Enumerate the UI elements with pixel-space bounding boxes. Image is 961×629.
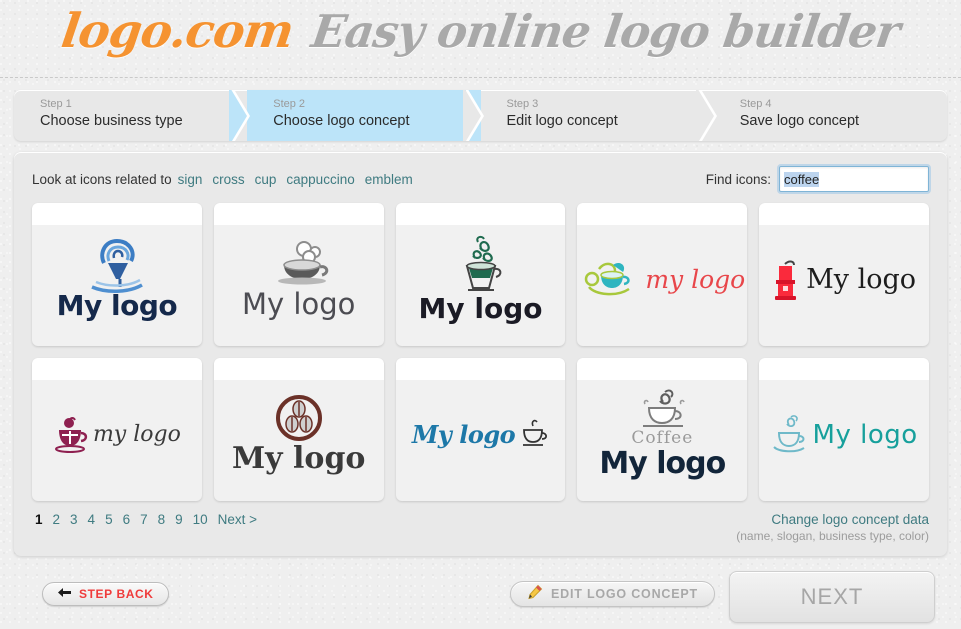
- logo-card-2[interactable]: My logo: [213, 203, 384, 346]
- page-link-5[interactable]: 5: [105, 512, 113, 527]
- page-link-7[interactable]: 7: [140, 512, 148, 527]
- step-number-3: Step 3: [506, 98, 539, 110]
- logo-card-7-text: My logo: [231, 441, 366, 476]
- logo-card-8[interactable]: My logo: [395, 358, 566, 501]
- step-number-1: Step 1: [40, 98, 72, 110]
- site-logo-wordmark[interactable]: logo.com: [58, 4, 296, 59]
- step-back-button[interactable]: STEP BACK: [42, 582, 169, 606]
- logo-card-8-content: My logo: [396, 407, 566, 453]
- change-concept-block: Change logo concept data (name, slogan, …: [736, 512, 929, 545]
- step-item-4[interactable]: Step 4 Save logo concept: [714, 90, 947, 141]
- page-link-1[interactable]: 1: [35, 512, 43, 527]
- coffee-cup-teal-saucer-icon: [579, 257, 641, 303]
- logo-card-4[interactable]: my logo: [577, 203, 748, 346]
- logo-card-2-content: My logo: [214, 229, 384, 321]
- change-logo-concept-link[interactable]: Change logo concept data: [736, 512, 929, 527]
- search-row: Look at icons related to sign cross cup capp…: [32, 164, 931, 194]
- page-link-3[interactable]: 3: [70, 512, 78, 527]
- logo-card-1[interactable]: My logo: [32, 203, 202, 346]
- pencil-icon: [527, 584, 543, 605]
- search-input[interactable]: [777, 164, 931, 194]
- logo-card-4-text: my logo: [645, 265, 746, 294]
- coffee-cup-purple-icon: [53, 413, 89, 457]
- page-link-9[interactable]: 9: [175, 512, 183, 527]
- page-masthead: logo.com Easy online logo builder: [0, 0, 961, 78]
- step-back-label: STEP BACK: [79, 587, 154, 601]
- page-link-4[interactable]: 4: [88, 512, 96, 527]
- coffee-cup-sketch-icon: [629, 388, 695, 432]
- logo-card-9-subtext: Coffee: [631, 428, 694, 448]
- coffee-cup-steam-green-icon: [449, 234, 511, 296]
- step-number-2: Step 2: [273, 98, 306, 110]
- page-link-10[interactable]: 10: [193, 512, 208, 527]
- logo-card-3[interactable]: My logo: [395, 203, 566, 346]
- related-link-sign[interactable]: sign: [178, 172, 203, 187]
- logo-concept-panel: Look at icons related to sign cross cup capp…: [14, 152, 947, 556]
- logo-card-8-text: My logo: [411, 420, 516, 449]
- logo-card-6-content: my logo: [32, 403, 202, 457]
- related-icons-label: Look at icons related to: [32, 171, 172, 187]
- logo-card-1-text: My logo: [56, 289, 178, 322]
- logo-card-2-text: My logo: [242, 286, 356, 321]
- step-item-2[interactable]: Step 2 Choose logo concept: [247, 90, 484, 141]
- find-icons-label: Find icons:: [705, 171, 771, 187]
- logo-card-4-content: my logo: [577, 247, 747, 303]
- find-icons-group: Find icons:: [705, 164, 931, 194]
- logo-card-9-text: My logo: [599, 446, 726, 481]
- step-item-1[interactable]: Step 1 Choose business type: [14, 90, 251, 141]
- related-icons-links: Look at icons related to sign cross cup capp…: [32, 172, 423, 187]
- logo-card-9[interactable]: Coffee My logo: [577, 358, 748, 501]
- logo-card-6[interactable]: my logo: [32, 358, 202, 501]
- logo-card-5[interactable]: My logo: [759, 203, 929, 346]
- coffee-cup-outline-icon: [519, 417, 549, 453]
- page-link-8[interactable]: 8: [158, 512, 166, 527]
- footer-actions: STEP BACK EDIT LOGO CONCEPT NEXT: [0, 568, 961, 629]
- step-number-4: Step 4: [739, 98, 772, 110]
- logo-card-9-content: Coffee My logo: [577, 378, 747, 481]
- logo-card-1-content: My logo: [32, 227, 202, 322]
- coffee-beans-circle-icon: [274, 393, 324, 443]
- next-button[interactable]: NEXT: [729, 571, 935, 623]
- coffee-grinder-red-icon: [772, 256, 802, 304]
- step-label-4: Save logo concept: [739, 113, 860, 129]
- arrow-left-icon: [57, 585, 72, 603]
- step-progress-bar: Step 1 Choose business type Step 2 Choos…: [14, 90, 947, 141]
- page-link-2[interactable]: 2: [53, 512, 61, 527]
- related-link-emblem[interactable]: emblem: [365, 172, 413, 187]
- logo-card-7-content: My logo: [214, 383, 384, 476]
- edit-logo-concept-label: EDIT LOGO CONCEPT: [551, 587, 698, 601]
- logo-card-5-content: My logo: [759, 246, 929, 304]
- panel-bottom-row: 1 2 3 4 5 6 7 8 9 10 Next > Change logo …: [32, 512, 929, 545]
- related-link-cup[interactable]: cup: [255, 172, 277, 187]
- logo-card-10-content: My logo: [759, 403, 929, 457]
- page-link-6[interactable]: 6: [123, 512, 131, 527]
- step-divider-arrow-inner-3: [695, 90, 714, 141]
- logo-card-6-text: my logo: [92, 422, 181, 447]
- pagination: 1 2 3 4 5 6 7 8 9 10 Next >: [32, 512, 257, 527]
- step-divider-arrow-inner-2: [462, 90, 481, 141]
- logo-card-5-text: My logo: [806, 264, 917, 295]
- step-label-1: Choose business type: [40, 113, 183, 129]
- logo-card-3-text: My logo: [418, 292, 543, 325]
- coffee-cup-foam-icon: [266, 239, 332, 285]
- change-logo-concept-note: (name, slogan, business type, color): [736, 529, 929, 543]
- coffee-cup-teal-line-icon: [771, 413, 809, 457]
- logo-card-10-text: My logo: [812, 419, 918, 450]
- logo-results-grid: My logo My logo My logo my logo My logo …: [32, 203, 929, 501]
- logo-card-3-content: My logo: [396, 224, 566, 325]
- logo-card-10[interactable]: My logo: [759, 358, 929, 501]
- related-link-cross[interactable]: cross: [212, 172, 244, 187]
- logo-card-7[interactable]: My logo: [213, 358, 384, 501]
- related-link-cappuccino[interactable]: cappuccino: [286, 172, 354, 187]
- site-tagline: Easy online logo builder: [308, 5, 904, 58]
- step-divider-arrow-inner-1: [229, 90, 248, 141]
- page-next-link[interactable]: Next >: [218, 512, 257, 527]
- edit-logo-concept-button[interactable]: EDIT LOGO CONCEPT: [510, 581, 715, 607]
- next-button-label: NEXT: [800, 584, 864, 609]
- brand-row: logo.com Easy online logo builder: [0, 0, 961, 77]
- coffee-cup-swirl-icon: [84, 237, 150, 295]
- step-label-2: Choose logo concept: [273, 113, 410, 129]
- step-label-3: Edit logo concept: [506, 113, 618, 129]
- step-item-3[interactable]: Step 3 Edit logo concept: [481, 90, 717, 141]
